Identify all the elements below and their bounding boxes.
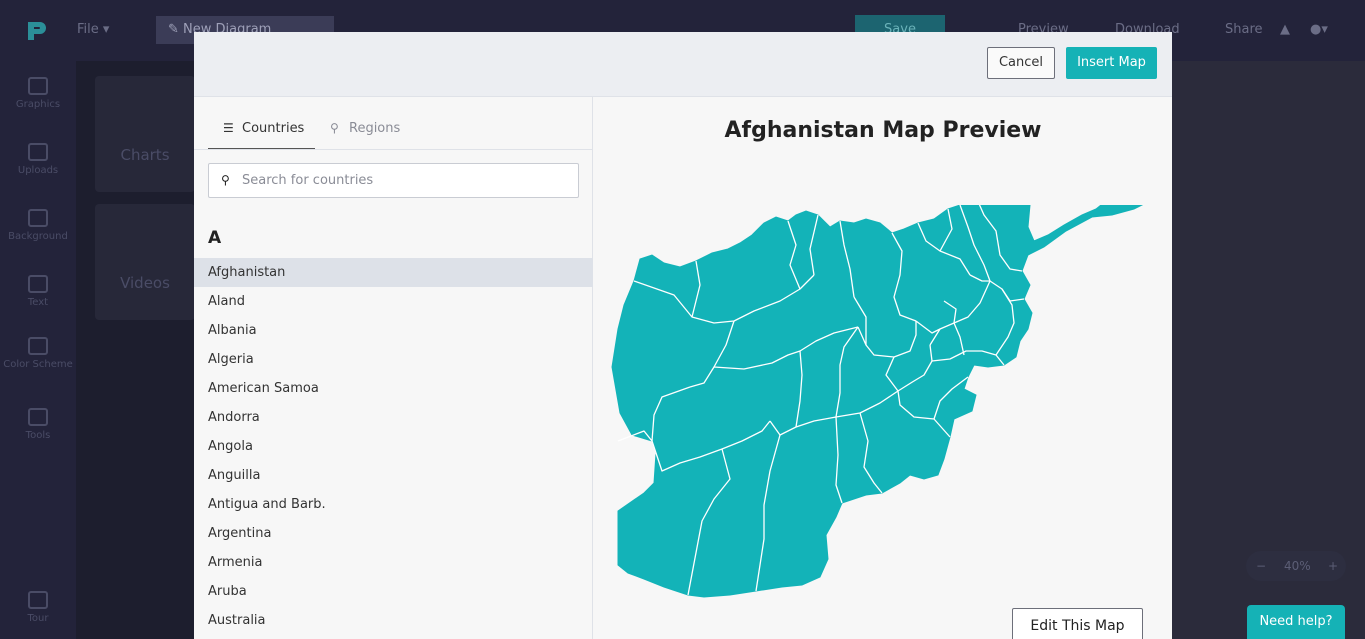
country-item-afghanistan[interactable]: Afghanistan <box>194 258 593 287</box>
tour-icon <box>28 591 48 609</box>
videos-card[interactable]: Videos <box>95 204 195 320</box>
zoom-level: 40% <box>1284 559 1311 573</box>
editor-sidebar: Graphics Uploads Background Text Color S… <box>0 61 76 639</box>
preview-title: Afghanistan Map Preview <box>724 118 1042 143</box>
tab-countries[interactable]: ☰ Countries <box>208 110 315 150</box>
sidebar-item-tour[interactable]: Tour <box>0 591 76 624</box>
charts-card[interactable]: Charts <box>95 76 195 192</box>
app-logo[interactable] <box>24 18 48 44</box>
list-icon: ☰ <box>223 121 234 135</box>
country-search-input[interactable] <box>242 164 572 197</box>
sidebar-item-color-scheme[interactable]: Color Scheme <box>0 337 76 370</box>
need-help-button[interactable]: Need help? <box>1247 605 1345 639</box>
country-item-argentina[interactable]: Argentina <box>194 519 593 548</box>
sidebar-item-background[interactable]: Background <box>0 209 76 242</box>
country-item-algeria[interactable]: Algeria <box>194 345 593 374</box>
search-field[interactable]: ⚲ <box>208 163 579 198</box>
map-picker-modal: Cancel Insert Map ☰ Countries ⚲ Regions ⚲ … <box>194 32 1172 639</box>
file-menu[interactable]: File ▾ <box>77 22 109 37</box>
edit-map-button[interactable]: Edit This Map <box>1012 608 1143 639</box>
country-item-andorra[interactable]: Andorra <box>194 403 593 432</box>
palette-icon <box>28 337 48 355</box>
sidebar-item-graphics[interactable]: Graphics <box>0 77 76 110</box>
upload-icon <box>28 143 48 161</box>
country-item-antigua[interactable]: Antigua and Barb. <box>194 490 593 519</box>
country-item-armenia[interactable]: Armenia <box>194 548 593 577</box>
search-icon: ⚲ <box>221 173 230 187</box>
user-icon[interactable]: ●▾ <box>1310 22 1328 37</box>
tab-divider <box>194 149 593 150</box>
zoom-in-icon[interactable]: + <box>1328 551 1338 581</box>
country-list-panel: ☰Countries ⚲Regions ⚲ A Afghanistan Alan… <box>194 97 593 639</box>
modal-header: Cancel Insert Map <box>194 32 1172 97</box>
country-item-albania[interactable]: Albania <box>194 316 593 345</box>
map-pin-icon: ⚲ <box>330 121 339 135</box>
bar-chart-icon <box>95 76 195 146</box>
zoom-control[interactable]: − 40% + <box>1246 551 1346 581</box>
cancel-button[interactable]: Cancel <box>987 47 1055 79</box>
sidebar-item-tools[interactable]: Tools <box>0 408 76 441</box>
toolbox-icon <box>28 408 48 426</box>
sidebar-item-text[interactable]: Text <box>0 275 76 308</box>
zoom-out-icon[interactable]: − <box>1256 551 1266 581</box>
play-icon <box>95 204 195 274</box>
letter-heading: A <box>208 228 222 248</box>
map-outline <box>611 205 1144 598</box>
country-item-aruba[interactable]: Aruba <box>194 577 593 606</box>
bell-icon[interactable]: ▲ <box>1280 22 1294 37</box>
country-item-aland[interactable]: Aland <box>194 287 593 316</box>
map-preview-panel: Afghanistan Map Preview Edit This Map <box>594 97 1172 639</box>
graphics-icon <box>28 77 48 95</box>
country-item-australia[interactable]: Australia <box>194 606 593 635</box>
graphics-panel: Charts Videos <box>76 61 206 639</box>
tab-bar: ☰ Countries ⚲ Regions <box>208 110 593 150</box>
tab-regions[interactable]: ⚲ Regions <box>330 110 420 150</box>
country-list: Afghanistan Aland Albania Algeria Americ… <box>194 258 593 635</box>
insert-map-button[interactable]: Insert Map <box>1066 47 1157 79</box>
country-item-angola[interactable]: Angola <box>194 432 593 461</box>
background-icon <box>28 209 48 227</box>
country-item-american-samoa[interactable]: American Samoa <box>194 374 593 403</box>
sidebar-item-uploads[interactable]: Uploads <box>0 143 76 176</box>
text-icon <box>28 275 48 293</box>
country-item-anguilla[interactable]: Anguilla <box>194 461 593 490</box>
share-button[interactable]: Share <box>1225 22 1263 37</box>
afghanistan-map[interactable] <box>604 205 1160 625</box>
